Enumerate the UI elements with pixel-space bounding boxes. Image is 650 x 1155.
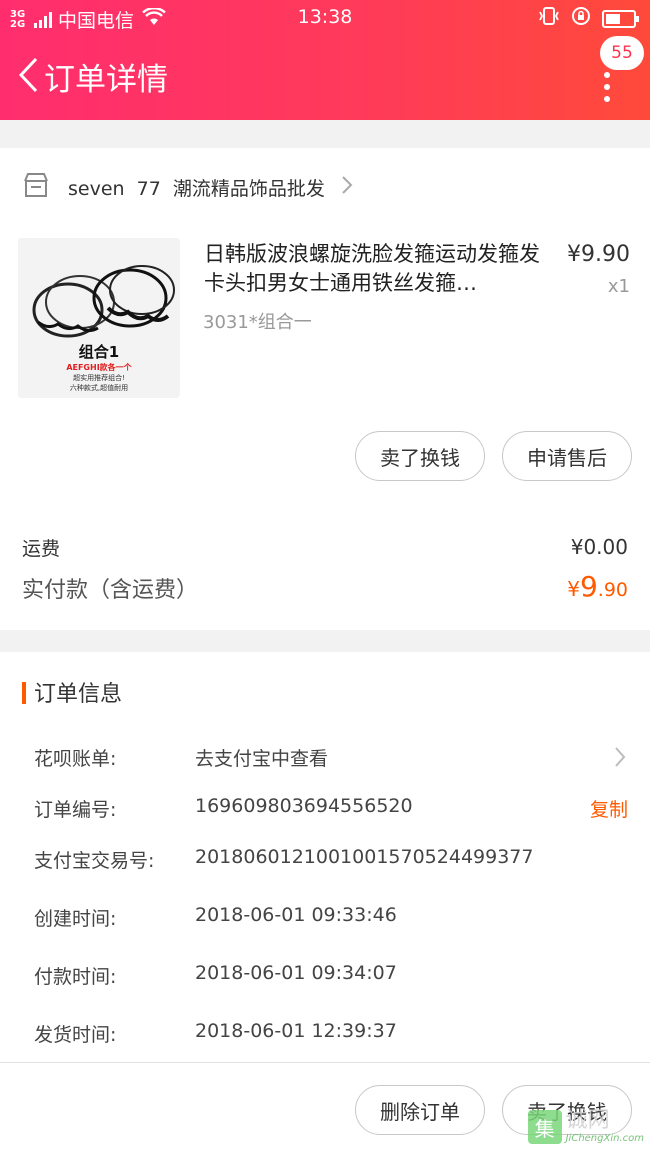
watermark: 集 诚网 JiChengXin.com bbox=[527, 1108, 644, 1145]
info-label: 发货时间: bbox=[34, 1024, 117, 1046]
chevron-right-icon bbox=[341, 175, 353, 199]
info-row-huabei[interactable]: 花呗账单: 去支付宝中查看 bbox=[34, 744, 630, 774]
battery-fill bbox=[606, 13, 621, 24]
info-value: 2018-06-01 12:39:37 bbox=[195, 1020, 397, 1042]
shop-name: seven 77 潮流精品饰品批发 bbox=[68, 177, 325, 200]
product-image-caption: 超实用推荐组合! bbox=[73, 374, 125, 382]
paid-integer: 9 bbox=[579, 570, 598, 603]
page-title: 订单详情 bbox=[44, 62, 168, 98]
product-sku: 3031*组合一 bbox=[203, 312, 312, 333]
info-row-paid-time: 付款时间: 2018-06-01 09:34:07 bbox=[34, 962, 630, 992]
status-bar: 3G 2G 中国电信 13:38 bbox=[0, 0, 650, 36]
info-row-order-number: 订单编号: 169609803694556520 复制 bbox=[34, 795, 630, 825]
copy-button[interactable]: 复制 bbox=[590, 795, 628, 822]
rotation-lock-icon bbox=[570, 6, 592, 31]
message-count-badge[interactable]: 55 bbox=[600, 36, 644, 70]
watermark-cn: 诚网 bbox=[565, 1108, 610, 1133]
sell-button[interactable]: 卖了换钱 bbox=[355, 431, 485, 481]
shipping-value: ¥0.00 bbox=[570, 535, 628, 559]
info-value: 2018-06-01 09:33:46 bbox=[195, 904, 397, 926]
product-image-caption: 六种款式,超值耐用 bbox=[69, 384, 129, 392]
info-value: 2018-06-01 09:34:07 bbox=[195, 962, 397, 984]
info-label: 花呗账单: bbox=[34, 748, 117, 770]
order-info-card: 订单信息 花呗账单: 去支付宝中查看 订单编号: 169609803694556… bbox=[0, 652, 650, 1062]
shipping-label: 运费 bbox=[22, 538, 61, 560]
paid-amount: ¥9.90 bbox=[567, 570, 628, 603]
info-label: 创建时间: bbox=[34, 908, 117, 930]
product-quantity: x1 bbox=[607, 276, 630, 297]
info-row-shipped-time: 发货时间: 2018-06-01 12:39:37 bbox=[34, 1020, 630, 1050]
product-image-label: 组合1 bbox=[78, 343, 120, 361]
info-label: 付款时间: bbox=[34, 966, 117, 988]
info-label: 支付宝交易号: bbox=[34, 850, 155, 872]
more-menu-icon[interactable] bbox=[604, 72, 612, 102]
app-header: 3G 2G 中国电信 13:38 订单详情 55 bbox=[0, 0, 650, 120]
back-button[interactable] bbox=[8, 52, 48, 98]
section-title: 订单信息 bbox=[34, 682, 123, 707]
info-label: 订单编号: bbox=[34, 799, 117, 821]
info-row-created-time: 创建时间: 2018-06-01 09:33:46 bbox=[34, 904, 630, 934]
paid-currency: ¥ bbox=[567, 577, 580, 601]
bottom-action-bar: 删除订单 卖了换钱 集 诚网 JiChengXin.com bbox=[0, 1062, 650, 1155]
battery-icon bbox=[602, 9, 639, 28]
after-sale-button[interactable]: 申请售后 bbox=[502, 431, 632, 481]
watermark-text: 诚网 JiChengXin.com bbox=[565, 1108, 644, 1145]
chevron-right-icon bbox=[614, 746, 626, 772]
shop-row[interactable]: seven 77 潮流精品饰品批发 bbox=[22, 172, 353, 202]
order-item-card: seven 77 潮流精品饰品批发 组合1 AEFGHI款各一个 超实用推荐组合… bbox=[0, 148, 650, 630]
info-row-alipay-trade-no: 支付宝交易号: 2018060121001001570524499377 bbox=[34, 846, 630, 876]
paid-decimal: .90 bbox=[597, 579, 628, 601]
paid-label: 实付款（含运费） bbox=[22, 578, 199, 603]
section-accent-bar bbox=[22, 682, 26, 704]
status-right bbox=[538, 6, 639, 31]
watermark-en: JiChengXin.com bbox=[565, 1133, 644, 1144]
product-image[interactable]: 组合1 AEFGHI款各一个 超实用推荐组合! 六种款式,超值耐用 bbox=[18, 238, 180, 398]
watermark-logo: 集 bbox=[527, 1110, 562, 1144]
info-value: 去支付宝中查看 bbox=[195, 748, 329, 770]
back-chevron-icon bbox=[18, 57, 38, 93]
info-value: 2018060121001001570524499377 bbox=[195, 846, 534, 868]
shop-icon bbox=[22, 172, 50, 202]
delete-order-button[interactable]: 删除订单 bbox=[355, 1085, 485, 1135]
product-image-caption: AEFGHI款各一个 bbox=[66, 363, 132, 372]
product-title[interactable]: 日韩版波浪螺旋洗脸发箍运动发箍发卡头扣男女士通用铁丝发箍… bbox=[204, 240, 550, 298]
product-price: ¥9.90 bbox=[567, 242, 630, 267]
info-value: 169609803694556520 bbox=[195, 795, 413, 817]
vibrate-icon bbox=[538, 6, 560, 31]
